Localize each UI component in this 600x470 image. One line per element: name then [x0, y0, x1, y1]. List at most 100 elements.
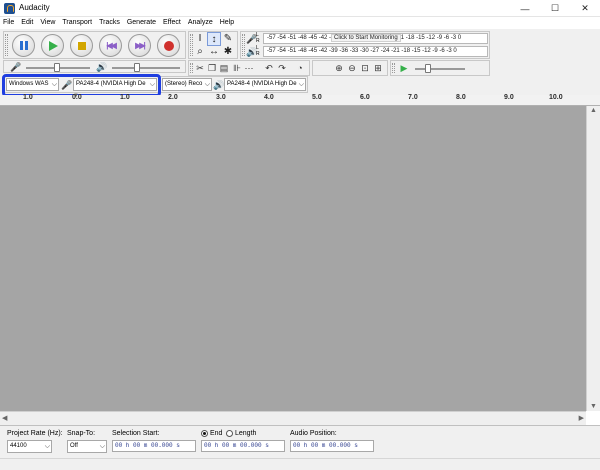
title-bar: Audacity — ☐ ✕	[0, 0, 600, 17]
playback-volume-icon: 🔊	[96, 62, 108, 72]
toolbar-grip[interactable]	[242, 34, 245, 56]
playback-meter-scale: -57 -54 -51 -48 -45 -42 -39 -36 -33 -30 …	[267, 48, 457, 54]
selection-tool-icon[interactable]: I	[193, 32, 207, 46]
ruler-tick: 10.0	[549, 94, 563, 101]
skip-to-end-button[interactable]: ▶▶|	[128, 34, 151, 57]
menu-edit[interactable]: Edit	[21, 17, 33, 29]
record-icon	[163, 40, 174, 51]
fit-project-icon[interactable]: ⊞	[372, 62, 384, 74]
scroll-up-icon[interactable]: ▲	[590, 107, 597, 114]
timeline-ruler[interactable]: 1.0 0.0 ▼ 1.0 2.0 3.0 4.0 5.0 6.0 7.0 8.…	[0, 93, 600, 106]
fit-selection-icon[interactable]: ⊡	[359, 62, 371, 74]
length-radio-label: Length	[235, 430, 257, 437]
recording-volume-slider[interactable]	[26, 63, 90, 72]
selection-end-field[interactable]: 00 h 00 m 00.000 s	[201, 440, 285, 452]
undo-icon[interactable]: ↶	[263, 62, 275, 74]
slider-thumb[interactable]	[134, 63, 140, 72]
menu-analyze[interactable]: Analyze	[188, 17, 213, 29]
menu-view[interactable]: View	[40, 17, 55, 29]
selection-start-label: Selection Start:	[112, 430, 160, 437]
start-monitoring-label[interactable]: Click to Start Monitoring	[331, 34, 401, 42]
chevron-down-icon: ⌵	[44, 443, 50, 450]
close-button[interactable]: ✕	[570, 0, 600, 17]
tools-toolbar: I ↕ ✎ ⌕ ↔ ✱	[188, 31, 238, 59]
ruler-tick: 4.0	[264, 94, 274, 101]
vertical-scrollbar[interactable]: ▲ ▼	[586, 106, 600, 411]
pause-button[interactable]	[12, 34, 35, 57]
menu-tracks[interactable]: Tracks	[99, 17, 120, 29]
minimize-button[interactable]: —	[510, 0, 540, 17]
paste-icon[interactable]: ▤	[218, 62, 230, 74]
sync-lock-icon[interactable]: ◔	[294, 62, 306, 74]
scroll-left-icon[interactable]: ◀	[2, 414, 7, 422]
horizontal-scrollbar[interactable]: ◀ ▶	[0, 411, 586, 425]
draw-tool-icon[interactable]: ✎	[221, 32, 235, 46]
skip-to-end-icon: ▶▶|	[135, 41, 145, 50]
record-meter-scale: -57 -54 -51 -48 -45 -42 -	[267, 35, 332, 41]
playback-meter-channels: L R	[256, 45, 260, 57]
menu-effect[interactable]: Effect	[163, 17, 181, 29]
menu-file[interactable]: File	[3, 17, 14, 29]
ruler-tick: 8.0	[456, 94, 466, 101]
end-radio[interactable]	[201, 430, 208, 437]
ruler-tick: 7.0	[408, 94, 418, 101]
menu-generate[interactable]: Generate	[127, 17, 156, 29]
audio-position-label: Audio Position:	[290, 430, 337, 437]
toolbar-grip[interactable]	[392, 63, 395, 73]
play-button[interactable]	[41, 34, 64, 57]
audacity-logo-icon	[4, 3, 15, 14]
scroll-down-icon[interactable]: ▼	[590, 403, 597, 410]
play-at-speed-icon[interactable]: ▶	[398, 62, 410, 74]
silence-icon[interactable]: ⋯	[243, 62, 255, 74]
maximize-button[interactable]: ☐	[540, 0, 570, 17]
slider-thumb[interactable]	[425, 64, 431, 73]
cut-icon[interactable]: ✂	[194, 62, 206, 74]
trim-icon[interactable]: ⊪	[231, 62, 243, 74]
zoom-toolbar: ⊕ ⊖ ⊡ ⊞	[312, 60, 388, 76]
record-meter[interactable]: -57 -54 -51 -48 -45 -42 - Click to Start …	[263, 33, 488, 44]
menu-transport[interactable]: Transport	[62, 17, 92, 29]
envelope-tool-icon[interactable]: ↕	[207, 32, 221, 46]
scroll-right-icon[interactable]: ▶	[579, 414, 584, 422]
playback-volume-slider[interactable]	[112, 63, 180, 72]
zoom-in-icon[interactable]: ⊕	[333, 62, 345, 74]
length-radio[interactable]	[226, 430, 233, 437]
multi-tool-icon[interactable]: ✱	[221, 45, 235, 59]
skip-to-start-button[interactable]: |◀◀	[99, 34, 122, 57]
snap-to-label: Snap-To:	[67, 430, 96, 437]
ruler-tick: 5.0	[312, 94, 322, 101]
skip-to-start-icon: |◀◀	[106, 41, 116, 50]
stop-button[interactable]	[70, 34, 93, 57]
zoom-out-icon[interactable]: ⊖	[346, 62, 358, 74]
selection-start-field[interactable]: 00 h 00 m 00.000 s	[112, 440, 196, 452]
status-bar	[0, 458, 600, 470]
slider-thumb[interactable]	[54, 63, 60, 72]
play-icon	[49, 40, 58, 51]
record-button[interactable]	[157, 34, 180, 57]
snap-to-select[interactable]: Off ⌵	[67, 440, 107, 453]
time-shift-tool-icon[interactable]: ↔	[207, 45, 221, 59]
project-rate-value: 44100	[10, 443, 27, 449]
ruler-tick: 2.0	[168, 94, 178, 101]
audio-position-field[interactable]: 00 h 00 m 00.000 s	[290, 440, 374, 452]
ruler-tick: 1.0	[23, 94, 33, 101]
play-speed-slider[interactable]	[415, 64, 465, 73]
ruler-tick: 9.0	[504, 94, 514, 101]
toolbar-grip[interactable]	[5, 34, 8, 56]
record-meter-scale-tail: 1 -18 -15 -12 -9 -6 -3 0	[400, 35, 462, 41]
toolbar-grip[interactable]	[190, 63, 193, 73]
menu-bar: File Edit View Transport Tracks Generate…	[0, 17, 600, 29]
recording-channels-value: (Stereo) Reco	[165, 81, 203, 87]
menu-help[interactable]: Help	[220, 17, 234, 29]
redo-icon[interactable]: ↷	[276, 62, 288, 74]
playback-device-select[interactable]: PA248-4 (NVIDIA High De ⌵	[224, 78, 306, 91]
playback-device-value: PA248-4 (NVIDIA High De	[227, 81, 297, 87]
play-head-marker-icon[interactable]: ▼	[73, 93, 79, 99]
recording-channels-select[interactable]: (Stereo) Reco ⌵	[162, 78, 212, 91]
track-area[interactable]	[0, 106, 586, 411]
project-rate-select[interactable]: 44100 ⌵	[7, 440, 52, 453]
copy-icon[interactable]: ❐	[206, 62, 218, 74]
meter-toolbar: 🎤 L R -57 -54 -51 -48 -45 -42 - Click to …	[240, 31, 490, 59]
zoom-tool-icon[interactable]: ⌕	[193, 45, 207, 59]
playback-meter[interactable]: -57 -54 -51 -48 -45 -42 -39 -36 -33 -30 …	[263, 46, 488, 57]
